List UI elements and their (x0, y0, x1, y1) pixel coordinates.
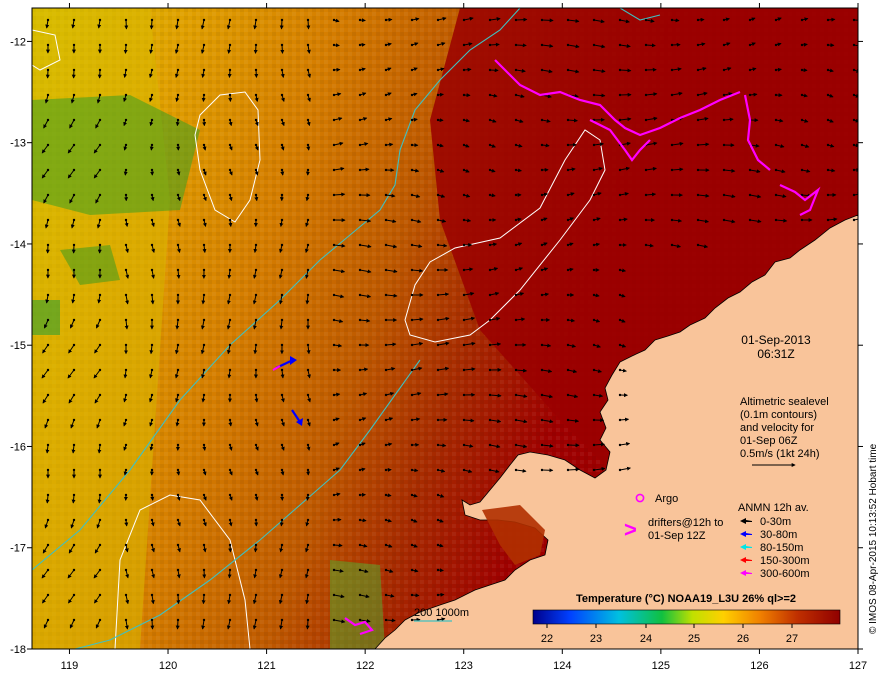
timestamp-time: 06:31Z (757, 347, 794, 361)
map-content (32, 8, 858, 649)
altimetry-line-1: Altimetric sealevel (740, 396, 829, 408)
anmn-item-label: 0-30m (760, 516, 791, 528)
colorbar-tick-label: 25 (688, 633, 700, 645)
anmn-item-label: 150-300m (760, 555, 810, 567)
drifters-line-1: drifters@12h to (648, 517, 723, 529)
colorbar-tick-label: 24 (640, 633, 652, 645)
anmn-item-label: 30-80m (760, 529, 797, 541)
lon-tick-label: 119 (61, 660, 79, 672)
anmn-item-label: 300-600m (760, 568, 810, 580)
credit-text: © IMOS 08-Apr-2015 10:13:52 Hobart time (868, 443, 879, 634)
lat-tick-label: -12 (10, 36, 26, 48)
altimetry-line-2: (0.1m contours) (740, 409, 817, 421)
colorbar-ramp (532, 609, 841, 625)
lon-tick-label: 127 (849, 660, 867, 672)
lon-tick-label: 121 (257, 660, 275, 672)
lon-tick-label: 120 (159, 660, 177, 672)
lon-tick-label: 123 (455, 660, 473, 672)
anmn-item-label: 80-150m (760, 542, 803, 554)
lat-tick-label: -17 (10, 543, 26, 555)
isobath-label: 200 1000m (414, 607, 469, 619)
lat-tick-label: -16 (10, 441, 26, 453)
colorbar-tick-label: 23 (590, 633, 602, 645)
lon-tick-label: 125 (652, 660, 670, 672)
lat-tick-label: -15 (10, 340, 26, 352)
lon-tick-label: 122 (356, 660, 374, 672)
lat-tick-label: -14 (10, 239, 26, 251)
argo-label: Argo (655, 493, 678, 505)
colorbar-title: Temperature (°C) NOAA19_L3U 26% ql>=2 (576, 593, 796, 605)
altimetry-line-5: 0.5m/s (1kt 24h) (740, 448, 819, 460)
lon-tick-label: 126 (750, 660, 768, 672)
sst-map: 119 120 121 122 123 124 125 126 127 -12 -13 -14 -15 -… (10, 3, 879, 672)
lat-tick-label: -18 (10, 644, 26, 656)
anmn-title: ANMN 12h av. (738, 502, 809, 514)
lat-tick-label: -13 (10, 138, 26, 150)
colorbar-tick-label: 27 (786, 633, 798, 645)
timestamp-date: 01-Sep-2013 (741, 333, 811, 347)
drifter-marker-icon: > (624, 517, 637, 542)
colorbar-tick-label: 26 (737, 633, 749, 645)
drifters-line-2: 01-Sep 12Z (648, 530, 706, 542)
altimetry-line-4: 01-Sep 06Z (740, 435, 798, 447)
altimetry-line-3: and velocity for (740, 422, 814, 434)
lon-tick-label: 124 (553, 660, 571, 672)
colorbar-tick-label: 22 (541, 633, 553, 645)
